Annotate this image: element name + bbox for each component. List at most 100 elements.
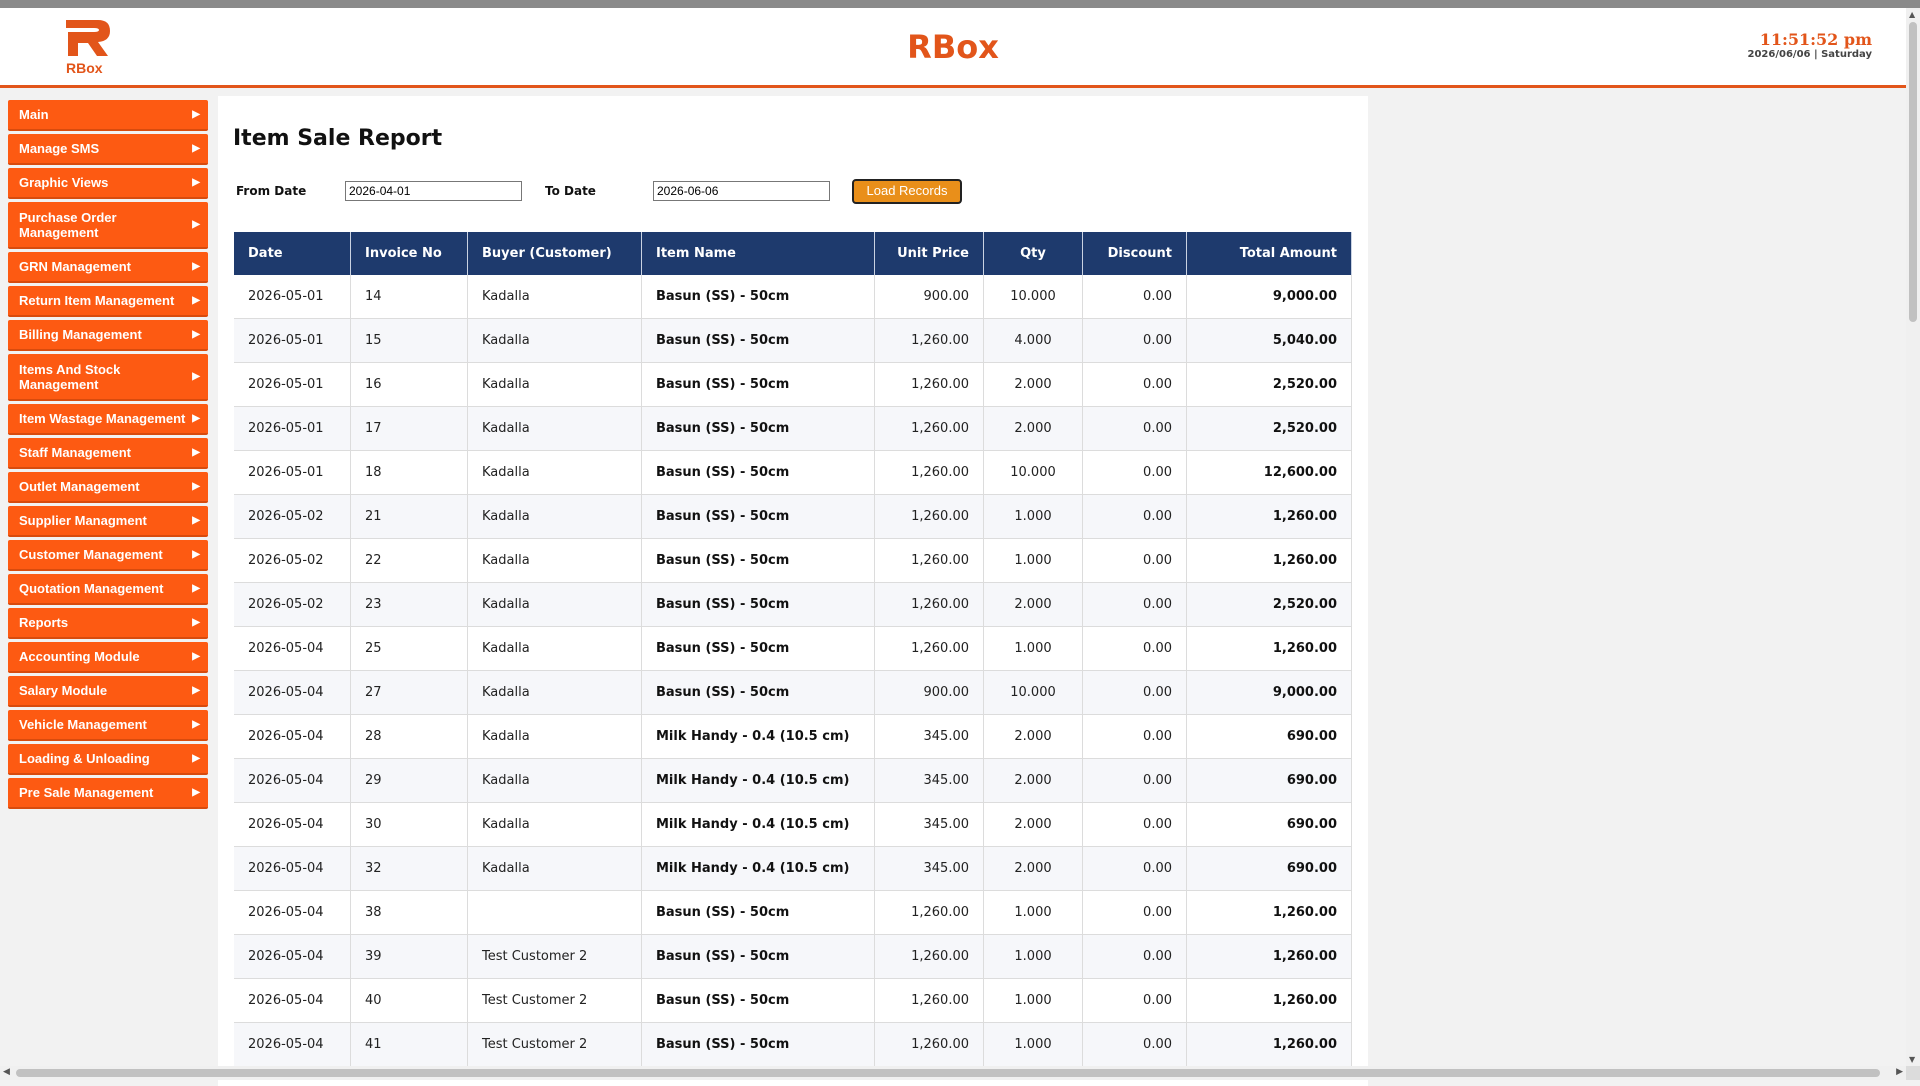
cell-discount: 0.00 (1082, 890, 1187, 935)
item-sale-table: Date Invoice No Buyer (Customer) Item Na… (234, 232, 1352, 1067)
cell-item-name: Basun (SS) - 50cm (641, 1022, 875, 1067)
sidebar-item-items-stock[interactable]: Items And Stock Management ▶ (8, 354, 208, 401)
sidebar-item-salary[interactable]: Salary Module ▶ (8, 676, 208, 707)
sidebar-item-pre-sale[interactable]: Pre Sale Management ▶ (8, 778, 208, 809)
from-date-input[interactable] (345, 181, 522, 201)
caret-right-icon: ▶ (192, 371, 200, 382)
cell-qty: 1.000 (983, 1022, 1083, 1067)
app-title: RBox (907, 28, 999, 66)
table-row[interactable]: 2026-05-04 25 Kadalla Basun (SS) - 50cm 1,26… (234, 626, 1352, 671)
table-row[interactable]: 2026-05-04 38 Basun (SS) - 50cm 1,260.00 1.0… (234, 890, 1352, 935)
sidebar-item-staff[interactable]: Staff Management ▶ (8, 438, 208, 469)
cell-invoice: 40 (350, 978, 468, 1023)
cell-invoice: 22 (350, 538, 468, 583)
col-buyer[interactable]: Buyer (Customer) (467, 232, 642, 275)
cell-qty: 2.000 (983, 362, 1083, 407)
col-date[interactable]: Date (234, 232, 351, 275)
cell-invoice: 15 (350, 318, 468, 363)
sidebar-item-wastage[interactable]: Item Wastage Management ▶ (8, 404, 208, 435)
load-records-button[interactable]: Load Records (852, 179, 962, 204)
caret-right-icon: ▶ (192, 177, 200, 188)
table-row[interactable]: 2026-05-01 14 Kadalla Basun (SS) - 50cm 900.… (234, 275, 1352, 319)
horizontal-scroll-thumb[interactable] (16, 1069, 1880, 1077)
table-row[interactable]: 2026-05-04 32 Kadalla Milk Handy - 0.4 (10.… (234, 846, 1352, 891)
scroll-up-icon[interactable]: ▲ (1909, 10, 1915, 19)
cell-buyer: Kadalla (467, 406, 642, 451)
sidebar-item-vehicle[interactable]: Vehicle Management ▶ (8, 710, 208, 741)
col-unit-price[interactable]: Unit Price (874, 232, 984, 275)
table-row[interactable]: 2026-05-04 28 Kadalla Milk Handy - 0.4 (10.… (234, 714, 1352, 759)
sidebar-item-label: Salary Module (19, 683, 108, 698)
sidebar-item-quotation[interactable]: Quotation Management ▶ (8, 574, 208, 605)
cell-total-amount: 690.00 (1186, 758, 1352, 803)
col-qty[interactable]: Qty (983, 232, 1083, 275)
sidebar-item-purchase-order[interactable]: Purchase Order Management ▶ (8, 202, 208, 249)
table-row[interactable]: 2026-05-02 23 Kadalla Basun (SS) - 50cm 1,26… (234, 582, 1352, 627)
caret-right-icon: ▶ (192, 549, 200, 560)
cell-buyer: Test Customer 2 (467, 978, 642, 1023)
sidebar-item-loading-unloading[interactable]: Loading & Unloading ▶ (8, 744, 208, 775)
scroll-left-icon[interactable]: ◀ (3, 1067, 10, 1077)
horizontal-scrollbar[interactable]: ◀ ▶ (0, 1066, 1906, 1080)
col-item[interactable]: Item Name (641, 232, 875, 275)
sidebar-item-supplier[interactable]: Supplier Managment ▶ (8, 506, 208, 537)
vertical-scroll-thumb[interactable] (1909, 22, 1917, 322)
sidebar-item-return-item[interactable]: Return Item Management ▶ (8, 286, 208, 317)
caret-right-icon: ▶ (192, 583, 200, 594)
vertical-scrollbar[interactable]: ▲ ▼ (1906, 8, 1920, 1066)
cell-discount: 0.00 (1082, 670, 1187, 715)
sidebar-item-reports[interactable]: Reports ▶ (8, 608, 208, 639)
col-total[interactable]: Total Amount (1186, 232, 1352, 275)
cell-discount: 0.00 (1082, 318, 1187, 363)
cell-invoice: 39 (350, 934, 468, 979)
cell-buyer: Kadalla (467, 275, 642, 319)
scroll-down-icon[interactable]: ▼ (1909, 1055, 1915, 1064)
sidebar-item-manage-sms[interactable]: Manage SMS ▶ (8, 134, 208, 165)
cell-unit-price: 1,260.00 (874, 582, 984, 627)
table-row[interactable]: 2026-05-01 16 Kadalla Basun (SS) - 50cm 1,26… (234, 362, 1352, 407)
sidebar-item-customer[interactable]: Customer Management ▶ (8, 540, 208, 571)
cell-total-amount: 690.00 (1186, 802, 1352, 847)
cell-qty: 1.000 (983, 978, 1083, 1023)
table-row[interactable]: 2026-05-02 21 Kadalla Basun (SS) - 50cm 1,26… (234, 494, 1352, 539)
sidebar-item-outlet[interactable]: Outlet Management ▶ (8, 472, 208, 503)
cell-item-name: Milk Handy - 0.4 (10.5 cm) (641, 846, 875, 891)
table-row[interactable]: 2026-05-01 18 Kadalla Basun (SS) - 50cm 1,26… (234, 450, 1352, 495)
table-row[interactable]: 2026-05-04 29 Kadalla Milk Handy - 0.4 (10.… (234, 758, 1352, 803)
cell-item-name: Basun (SS) - 50cm (641, 362, 875, 407)
cell-buyer: Kadalla (467, 582, 642, 627)
table-row[interactable]: 2026-05-04 41 Test Customer 2 Basun (SS) - … (234, 1022, 1352, 1067)
table-row[interactable]: 2026-05-01 17 Kadalla Basun (SS) - 50cm 1,26… (234, 406, 1352, 451)
scroll-right-icon[interactable]: ▶ (1896, 1067, 1903, 1077)
sidebar-menu: Main ▶ Manage SMS ▶ Graphic Views ▶ Purchas… (8, 100, 208, 812)
sidebar-item-main[interactable]: Main ▶ (8, 100, 208, 131)
table-row[interactable]: 2026-05-04 27 Kadalla Basun (SS) - 50cm 900.… (234, 670, 1352, 715)
table-row[interactable]: 2026-05-04 40 Test Customer 2 Basun (SS) - … (234, 978, 1352, 1023)
cell-date: 2026-05-04 (234, 978, 351, 1023)
to-date-input[interactable] (653, 181, 830, 201)
cell-unit-price: 1,260.00 (874, 450, 984, 495)
table-row[interactable]: 2026-05-02 22 Kadalla Basun (SS) - 50cm 1,26… (234, 538, 1352, 583)
cell-total-amount: 1,260.00 (1186, 494, 1352, 539)
sidebar-item-grn[interactable]: GRN Management ▶ (8, 252, 208, 283)
sidebar-item-accounting[interactable]: Accounting Module ▶ (8, 642, 208, 673)
table-row[interactable]: 2026-05-04 39 Test Customer 2 Basun (SS) - … (234, 934, 1352, 979)
cell-invoice: 30 (350, 802, 468, 847)
sidebar-item-graphic-views[interactable]: Graphic Views ▶ (8, 168, 208, 199)
scrollbar-corner (1906, 1066, 1920, 1080)
sidebar-item-label: Return Item Management (19, 293, 175, 308)
cell-qty: 2.000 (983, 406, 1083, 451)
cell-item-name: Basun (SS) - 50cm (641, 450, 875, 495)
cell-date: 2026-05-01 (234, 450, 351, 495)
cell-total-amount: 9,000.00 (1186, 275, 1352, 319)
cell-discount: 0.00 (1082, 494, 1187, 539)
table-row[interactable]: 2026-05-01 15 Kadalla Basun (SS) - 50cm 1,26… (234, 318, 1352, 363)
col-discount[interactable]: Discount (1082, 232, 1187, 275)
cell-invoice: 18 (350, 450, 468, 495)
app-header: RBox RBox 11:51:52 pm 2026/06/06 | Satur… (0, 8, 1906, 88)
sidebar-item-billing[interactable]: Billing Management ▶ (8, 320, 208, 351)
sidebar-item-label: Items And Stock Management (19, 361, 121, 392)
table-row[interactable]: 2026-05-04 30 Kadalla Milk Handy - 0.4 (10.… (234, 802, 1352, 847)
cell-date: 2026-05-04 (234, 758, 351, 803)
col-invoice[interactable]: Invoice No (350, 232, 468, 275)
